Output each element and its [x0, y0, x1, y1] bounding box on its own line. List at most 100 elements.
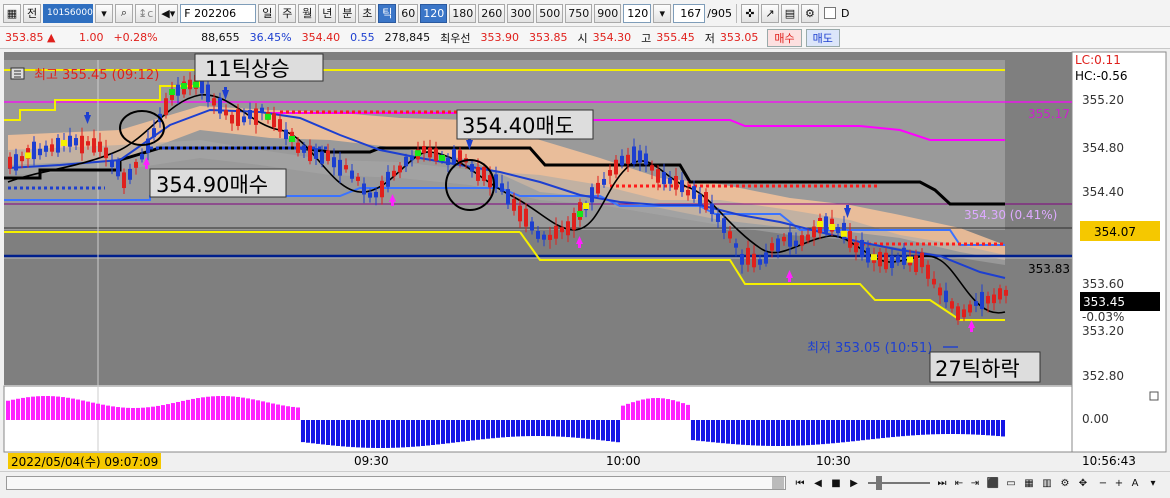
tick-750[interactable]: 750 [565, 3, 593, 23]
stop-icon[interactable]: ■ [829, 475, 843, 491]
oscillator-bar [66, 397, 70, 420]
grid-view-icon[interactable]: ▦ [1022, 475, 1036, 491]
oscillator-bar [186, 399, 190, 420]
font-size-icon[interactable]: A [1128, 475, 1142, 491]
speaker-icon[interactable]: ◀▾ [158, 3, 179, 23]
last-icon[interactable]: ⏭ [935, 475, 949, 491]
collapse-icon[interactable]: ▭ [1004, 475, 1018, 491]
oscillator-bar [361, 420, 365, 448]
tick-260[interactable]: 260 [478, 3, 506, 23]
oscillator-bar [806, 420, 810, 446]
oscillator-bar [201, 397, 205, 420]
candle [596, 182, 600, 194]
tick-300[interactable]: 300 [507, 3, 535, 23]
tick-select[interactable]: 120 [623, 3, 652, 23]
candle [524, 208, 528, 227]
oscillator-bar [256, 400, 260, 420]
oscillator-bar [646, 398, 650, 420]
scroll-thumb[interactable] [772, 477, 784, 489]
oscillator-bar [86, 401, 90, 420]
tick-60[interactable]: 60 [398, 3, 419, 23]
drawing-tools-icon[interactable]: ↗ [760, 3, 779, 23]
first-icon[interactable]: ⏮ [793, 475, 807, 491]
candle [68, 135, 72, 147]
font-size-down-icon[interactable]: ▾ [1146, 475, 1160, 491]
oscillator-bar [281, 405, 285, 420]
candle [662, 171, 666, 185]
sell-button[interactable]: 매도 [805, 28, 840, 47]
period-tick[interactable]: 틱 [378, 3, 397, 23]
oscillator-bar [701, 420, 705, 442]
code-dropdown-icon[interactable]: ▾ [95, 3, 113, 23]
chart-scrollbar[interactable]: ⏮ ◀ ■ ▶ ⏭ ⇤ ⇥ ⬛ ▭ ▦ ▥ ⚙ ✥ − + A ▾ [0, 471, 1170, 495]
oscillator-bar [636, 400, 640, 420]
oscillator-bar [226, 396, 230, 420]
period-month[interactable]: 월 [298, 3, 317, 23]
tick-500[interactable]: 500 [536, 3, 564, 23]
d-checkbox[interactable] [823, 7, 836, 19]
code-input[interactable]: 101S6000 [43, 3, 93, 23]
prev-icon[interactable]: ◀ [811, 475, 825, 491]
crosshair-icon[interactable]: ✜ [740, 3, 759, 23]
oscillator-bar [246, 398, 250, 420]
tick-180[interactable]: 180 [449, 3, 477, 23]
signal-diamond [415, 150, 421, 157]
oscillator-bar [446, 420, 450, 444]
candle [740, 254, 744, 265]
magnifier-icon[interactable]: ⌕ [115, 3, 133, 23]
candle [308, 145, 312, 162]
period-day[interactable]: 일 [258, 3, 277, 23]
candle [536, 231, 540, 239]
futures-name-field[interactable]: F 202206 [180, 3, 257, 23]
gear-icon[interactable]: ⚙ [800, 3, 819, 23]
scroll-track[interactable] [6, 476, 786, 490]
candle [206, 84, 210, 103]
layout-icon[interactable]: ▦ [3, 3, 21, 23]
tick-900[interactable]: 900 [594, 3, 622, 23]
candle [734, 243, 738, 248]
pan-icon[interactable]: ✥ [1076, 475, 1090, 491]
time-label-0930: 09:30 [354, 454, 389, 468]
period-second[interactable]: 초 [358, 3, 377, 23]
period-minute[interactable]: 분 [338, 3, 357, 23]
candle [560, 227, 564, 233]
buy-button[interactable]: 매수 [767, 28, 802, 47]
expand-icon[interactable]: ⬛ [986, 475, 1000, 491]
oscillator-bar [31, 396, 35, 420]
oscillator-bar [421, 420, 425, 446]
oscillator-bar [141, 407, 145, 420]
chart-area[interactable]: 최고 355.45 (09:12) 11틱상승 354.40매도 354.90매… [0, 50, 1170, 495]
candle [518, 205, 522, 222]
tick-120[interactable]: 120 [420, 3, 448, 23]
oscillator-bar [26, 397, 30, 420]
candlestick-chart[interactable]: 최고 355.45 (09:12) 11틱상승 354.40매도 354.90매… [0, 50, 1170, 495]
zoom-slider-thumb[interactable] [876, 476, 882, 490]
list-view-icon[interactable]: ▥ [1040, 475, 1054, 491]
oscillator-bar [126, 407, 130, 420]
next-icon[interactable]: ▶ [847, 475, 861, 491]
candle [362, 183, 366, 195]
tab-all[interactable]: 전 [23, 3, 41, 23]
oscillator-bar [686, 404, 690, 420]
period-week[interactable]: 주 [278, 3, 297, 23]
zoom-out-icon[interactable]: − [1096, 475, 1110, 491]
oscillator-bar [886, 420, 890, 438]
candle [710, 203, 714, 215]
tick-select-dropdown-icon[interactable]: ▾ [653, 3, 672, 23]
oscillator-bar [61, 397, 65, 420]
settings-icon[interactable]: ⚙ [1058, 475, 1072, 491]
candle [446, 157, 450, 165]
fit-right-icon[interactable]: ⇥ [968, 475, 982, 491]
oscillator-bar [396, 420, 400, 448]
period-year[interactable]: 년 [318, 3, 337, 23]
zoom-in-icon[interactable]: + [1112, 475, 1126, 491]
low-note: 최저 353.05 (10:51) [807, 341, 932, 356]
oscillator-bar [221, 396, 225, 420]
oscillator-bar [811, 420, 815, 445]
candle [650, 165, 654, 171]
signal-diamond [61, 139, 67, 146]
fit-left-icon[interactable]: ⇤ [952, 475, 966, 491]
indicator-icon[interactable]: ▤ [780, 3, 799, 23]
bar-count-input[interactable]: 167 [673, 3, 706, 23]
compare-icon[interactable]: ↨c [135, 3, 157, 23]
